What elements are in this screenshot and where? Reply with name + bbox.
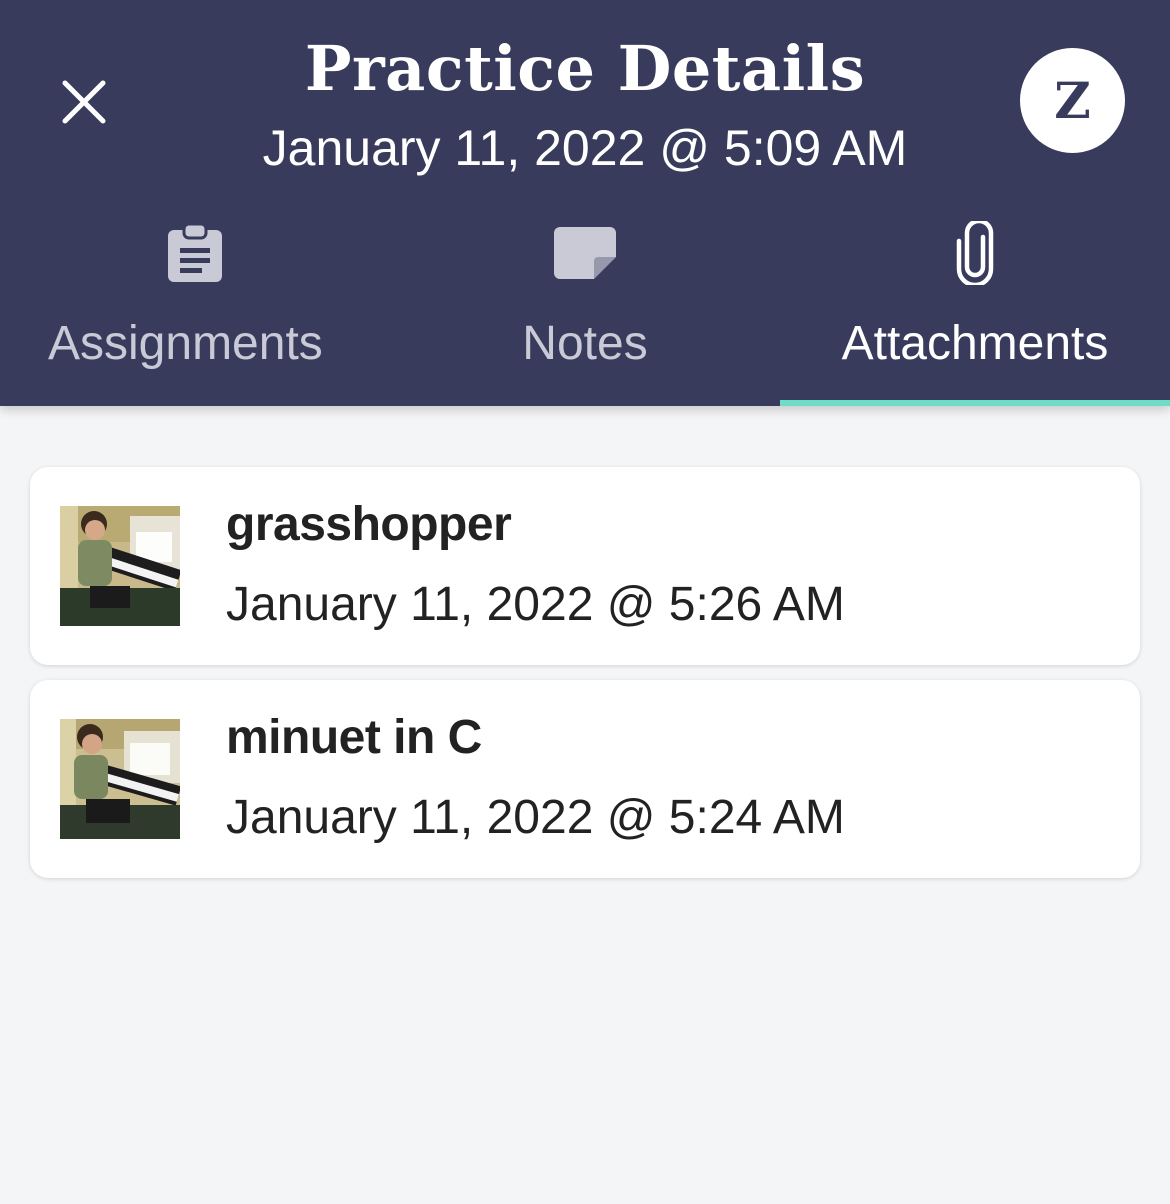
page-subtitle-date: January 11, 2022 @ 5:09 AM bbox=[262, 120, 908, 176]
attachment-thumbnail bbox=[60, 506, 180, 626]
active-tab-indicator bbox=[780, 400, 1170, 406]
tab-assignments[interactable]: Assignments bbox=[0, 200, 390, 406]
tab-assignments-label: Assignments bbox=[48, 317, 323, 370]
paperclip-icon bbox=[956, 221, 994, 285]
avatar[interactable]: Z bbox=[1020, 48, 1125, 153]
app-header: Practice Details January 11, 2022 @ 5:09… bbox=[0, 0, 1170, 406]
attachment-item[interactable]: grasshopper January 11, 2022 @ 5:26 AM bbox=[30, 467, 1140, 665]
attachment-date: January 11, 2022 @ 5:26 AM bbox=[226, 578, 845, 631]
tab-attachments[interactable]: Attachments bbox=[780, 200, 1170, 406]
attachment-item[interactable]: minuet in C January 11, 2022 @ 5:24 AM bbox=[30, 680, 1140, 878]
attachment-name: minuet in C bbox=[226, 711, 482, 764]
tab-notes[interactable]: Notes bbox=[390, 200, 780, 406]
attachment-name: grasshopper bbox=[226, 498, 512, 551]
attachment-thumbnail bbox=[60, 719, 180, 839]
clipboard-icon bbox=[168, 222, 222, 282]
page-title: Practice Details bbox=[304, 32, 866, 105]
tab-attachments-label: Attachments bbox=[841, 317, 1109, 370]
attachment-date: January 11, 2022 @ 5:24 AM bbox=[226, 791, 845, 844]
tab-notes-label: Notes bbox=[522, 317, 648, 370]
note-icon bbox=[554, 227, 616, 279]
